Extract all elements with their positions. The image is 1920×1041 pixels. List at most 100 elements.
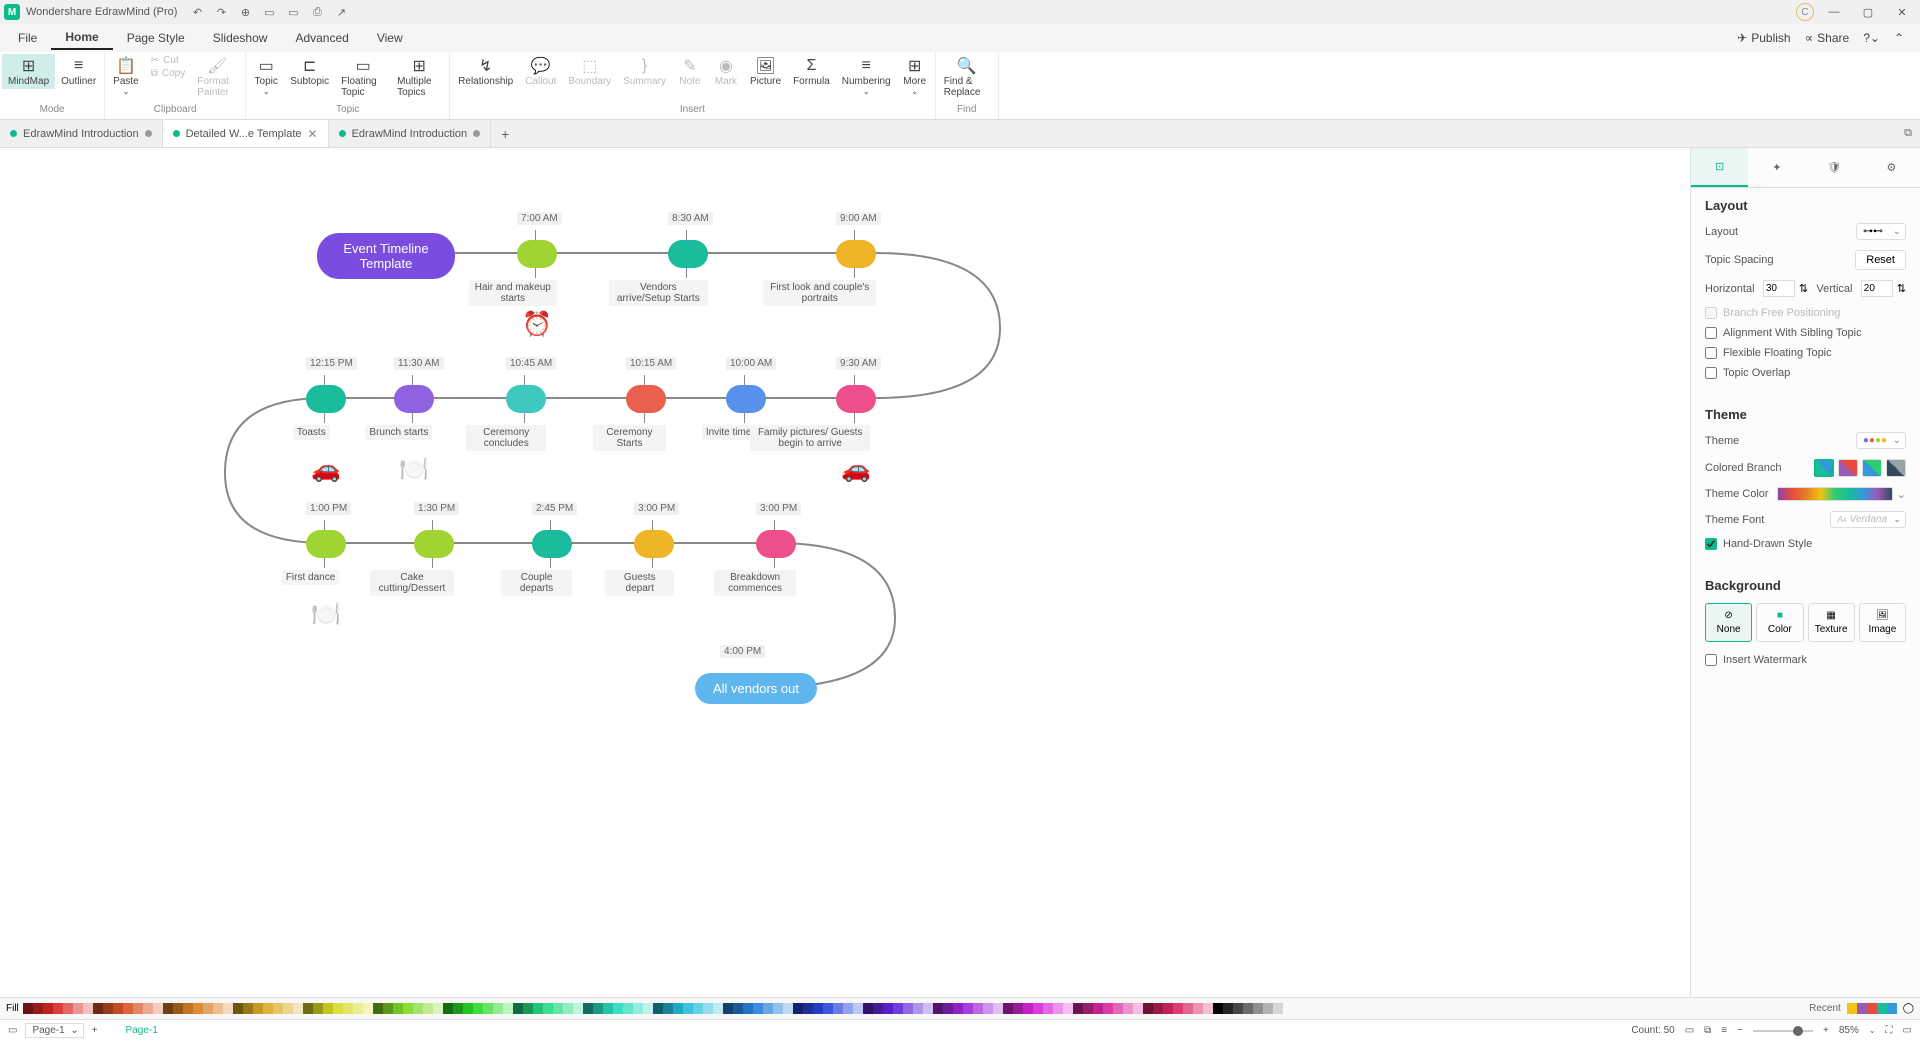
- color-swatch[interactable]: [1213, 1003, 1223, 1014]
- color-swatch[interactable]: [153, 1003, 163, 1014]
- color-swatch[interactable]: [763, 1003, 773, 1014]
- color-swatch[interactable]: [753, 1003, 763, 1014]
- recent-color[interactable]: [1877, 1003, 1887, 1014]
- branch-swatch-4[interactable]: [1886, 459, 1906, 477]
- user-avatar[interactable]: C: [1796, 3, 1814, 21]
- color-swatch[interactable]: [43, 1003, 53, 1014]
- color-swatch[interactable]: [73, 1003, 83, 1014]
- reset-button[interactable]: Reset: [1855, 250, 1906, 270]
- color-swatch[interactable]: [1003, 1003, 1013, 1014]
- view-icon-3[interactable]: ≡: [1721, 1025, 1727, 1036]
- color-swatch[interactable]: [253, 1003, 263, 1014]
- color-swatch[interactable]: [903, 1003, 913, 1014]
- color-swatch[interactable]: [573, 1003, 583, 1014]
- print-icon[interactable]: ⎙: [309, 6, 325, 19]
- color-swatch[interactable]: [513, 1003, 523, 1014]
- bg-texture[interactable]: ▦Texture: [1808, 603, 1855, 642]
- color-swatch[interactable]: [1053, 1003, 1063, 1014]
- timeline-node[interactable]: [634, 530, 674, 558]
- close-button[interactable]: ✕: [1888, 6, 1916, 19]
- hand-drawn-check[interactable]: Hand-Drawn Style: [1705, 538, 1906, 550]
- align-sibling-check[interactable]: Alignment With Sibling Topic: [1705, 327, 1906, 339]
- multiple-topics-button[interactable]: ⊞Multiple Topics: [391, 54, 447, 100]
- timeline-node[interactable]: [517, 240, 557, 268]
- mark-button[interactable]: ◉Mark: [708, 54, 744, 98]
- color-swatch[interactable]: [733, 1003, 743, 1014]
- color-swatch[interactable]: [803, 1003, 813, 1014]
- color-swatch[interactable]: [613, 1003, 623, 1014]
- open-icon[interactable]: ▭: [261, 6, 277, 19]
- tab-close-icon[interactable]: ✕: [308, 127, 318, 141]
- color-swatch[interactable]: [583, 1003, 593, 1014]
- color-swatch[interactable]: [973, 1003, 983, 1014]
- color-swatch[interactable]: [643, 1003, 653, 1014]
- color-swatch[interactable]: [813, 1003, 823, 1014]
- color-swatch[interactable]: [1183, 1003, 1193, 1014]
- copy-button[interactable]: ⧉Copy: [145, 67, 192, 80]
- cut-button[interactable]: ✂Cut: [145, 54, 192, 67]
- color-swatch[interactable]: [633, 1003, 643, 1014]
- panel-tab-style[interactable]: ✦: [1748, 148, 1805, 187]
- color-swatch[interactable]: [1033, 1003, 1043, 1014]
- color-swatch[interactable]: [743, 1003, 753, 1014]
- color-swatch[interactable]: [483, 1003, 493, 1014]
- find-replace-button[interactable]: 🔍Find & Replace: [938, 54, 996, 100]
- pages-icon[interactable]: ▭: [8, 1025, 17, 1036]
- color-swatch[interactable]: [353, 1003, 363, 1014]
- doc-tab-1[interactable]: Detailed W...e Template✕: [163, 120, 329, 147]
- color-swatch[interactable]: [183, 1003, 193, 1014]
- maximize-button[interactable]: ▢: [1854, 6, 1882, 19]
- watermark-check[interactable]: Insert Watermark: [1705, 654, 1906, 666]
- color-swatch[interactable]: [93, 1003, 103, 1014]
- color-swatch[interactable]: [1263, 1003, 1273, 1014]
- menu-file[interactable]: File: [4, 27, 51, 49]
- color-swatch[interactable]: [683, 1003, 693, 1014]
- color-swatch[interactable]: [493, 1003, 503, 1014]
- timeline-node[interactable]: [306, 530, 346, 558]
- timeline-node[interactable]: [756, 530, 796, 558]
- color-swatch[interactable]: [133, 1003, 143, 1014]
- timeline-node[interactable]: [836, 240, 876, 268]
- theme-color-select[interactable]: [1777, 487, 1893, 501]
- menu-page-style[interactable]: Page Style: [113, 27, 199, 49]
- color-swatch[interactable]: [933, 1003, 943, 1014]
- color-swatch[interactable]: [223, 1003, 233, 1014]
- topic-button[interactable]: ▭Topic⌄: [248, 54, 284, 100]
- note-button[interactable]: ✎Note: [672, 54, 708, 98]
- menu-home[interactable]: Home: [51, 26, 112, 50]
- color-palette[interactable]: [23, 1003, 1293, 1014]
- color-swatch[interactable]: [923, 1003, 933, 1014]
- color-swatch[interactable]: [1193, 1003, 1203, 1014]
- color-swatch[interactable]: [273, 1003, 283, 1014]
- numbering-button[interactable]: ≡Numbering⌄: [836, 54, 897, 98]
- recent-color[interactable]: [1867, 1003, 1877, 1014]
- color-swatch[interactable]: [243, 1003, 253, 1014]
- color-swatch[interactable]: [713, 1003, 723, 1014]
- menu-slideshow[interactable]: Slideshow: [199, 27, 282, 49]
- color-swatch[interactable]: [833, 1003, 843, 1014]
- color-swatch[interactable]: [1063, 1003, 1073, 1014]
- vertical-input[interactable]: [1861, 280, 1893, 297]
- redo-icon[interactable]: ↷: [213, 6, 229, 19]
- menu-advanced[interactable]: Advanced: [281, 27, 362, 49]
- zoom-in-button[interactable]: +: [1823, 1025, 1829, 1036]
- format-painter-button[interactable]: 🖌Format Painter: [191, 54, 243, 100]
- more-button[interactable]: ⊞More⌄: [897, 54, 933, 98]
- color-swatch[interactable]: [663, 1003, 673, 1014]
- color-swatch[interactable]: [173, 1003, 183, 1014]
- color-swatch[interactable]: [113, 1003, 123, 1014]
- color-swatch[interactable]: [553, 1003, 563, 1014]
- branch-swatch-3[interactable]: [1862, 459, 1882, 477]
- color-swatch[interactable]: [603, 1003, 613, 1014]
- color-swatch[interactable]: [623, 1003, 633, 1014]
- color-swatch[interactable]: [593, 1003, 603, 1014]
- boundary-button[interactable]: ⬚Boundary: [562, 54, 617, 98]
- color-swatch[interactable]: [1143, 1003, 1153, 1014]
- color-swatch[interactable]: [1013, 1003, 1023, 1014]
- add-page-button[interactable]: +: [92, 1025, 98, 1036]
- color-swatch[interactable]: [233, 1003, 243, 1014]
- color-swatch[interactable]: [283, 1003, 293, 1014]
- timeline-node[interactable]: [414, 530, 454, 558]
- menu-view[interactable]: View: [363, 27, 417, 49]
- relationship-button[interactable]: ↯Relationship: [452, 54, 519, 98]
